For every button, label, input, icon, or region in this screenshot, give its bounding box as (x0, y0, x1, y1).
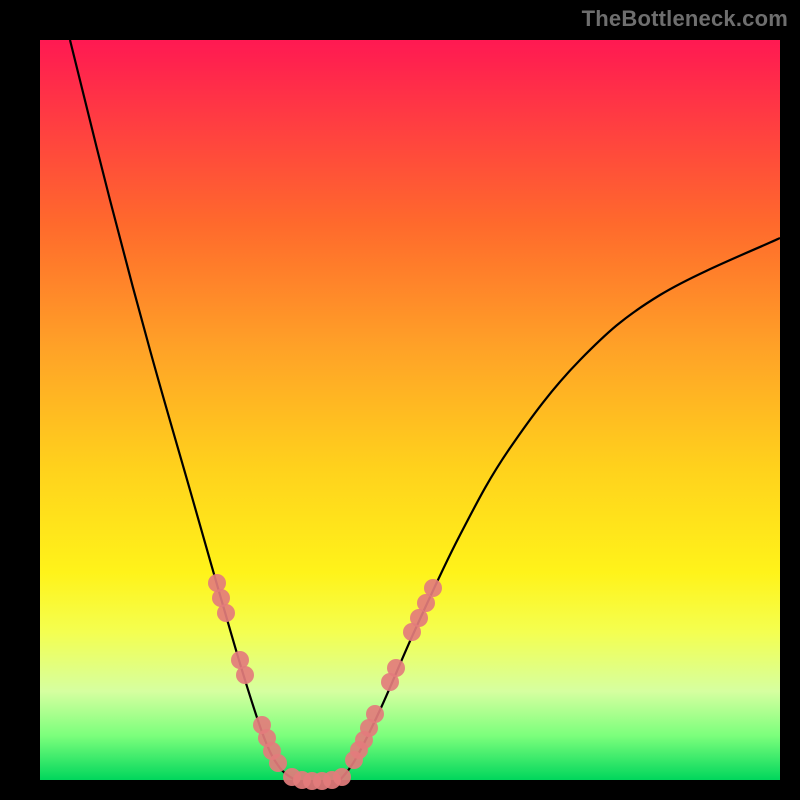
curve-layer (40, 40, 780, 780)
marker-left (269, 754, 287, 772)
curve-left (70, 40, 295, 780)
marker-group (208, 574, 442, 790)
marker-right (424, 579, 442, 597)
marker-bottom (333, 768, 351, 786)
marker-left (217, 604, 235, 622)
plot-area (40, 40, 780, 780)
marker-right (366, 705, 384, 723)
marker-left (236, 666, 254, 684)
curve-right (340, 238, 780, 780)
watermark-text: TheBottleneck.com (582, 6, 788, 32)
chart-frame: TheBottleneck.com (0, 0, 800, 800)
marker-right (387, 659, 405, 677)
